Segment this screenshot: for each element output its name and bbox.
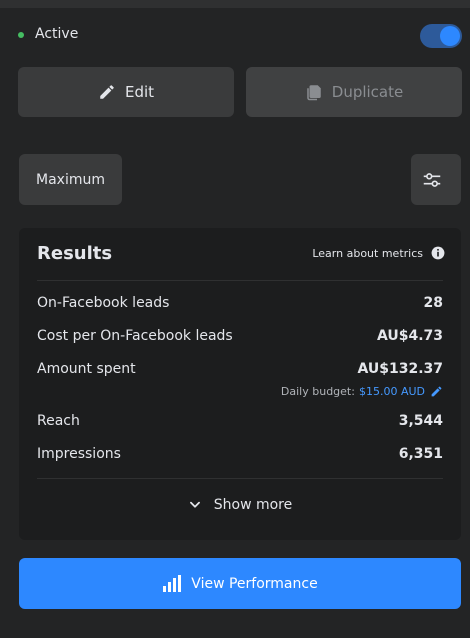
budget-label: Daily budget: [280,385,355,398]
metric-value: 6,351 [398,446,443,462]
filter-settings-button[interactable] [411,154,461,205]
edit-label: Edit [124,83,155,101]
pencil-icon[interactable] [430,385,443,398]
info-icon [431,246,445,260]
show-more-label: Show more [213,497,293,513]
view-performance-button[interactable]: View Performance [19,558,461,609]
learn-about-metrics-link[interactable]: Learn about metrics [312,246,445,260]
copy-icon [307,85,321,101]
metric-row: Impressions 6,351 [37,446,443,466]
metric-row: Reach 3,544 [37,413,443,433]
metric-row: On-Facebook leads 28 [37,295,443,315]
metric-row: Amount spent AU$132.37 [37,361,443,381]
metric-row: Cost per On-Facebook leads AU$4.73 [37,328,443,348]
status-dot [18,32,24,38]
active-toggle[interactable] [420,24,462,48]
bar-chart-icon [163,574,182,592]
chevron-down-icon [189,501,200,508]
metric-label: Reach [37,413,80,429]
metric-value: AU$4.73 [376,328,443,344]
results-title: Results [37,243,113,264]
duplicate-label: Duplicate [331,83,404,101]
show-more-button[interactable]: Show more [19,493,461,517]
metric-label: Cost per On-Facebook leads [37,328,233,344]
daily-budget: Daily budget: $15.00 AUD [281,385,443,398]
toggle-knob [440,26,460,46]
edit-button[interactable]: Edit [18,67,234,117]
metric-value: 28 [423,295,443,311]
sliders-icon [423,172,440,187]
status-label: Active [35,26,79,42]
view-performance-label: View Performance [191,575,318,592]
metric-label: Amount spent [37,361,136,377]
bid-strategy-label: Maximum [36,171,105,188]
duplicate-button[interactable]: Duplicate [246,67,462,117]
pencil-icon [100,85,114,99]
status-row: Active [18,24,462,48]
results-card: Results Learn about metrics On-Facebook … [19,228,461,540]
results-divider [37,280,443,281]
metric-value: 3,544 [398,413,443,429]
results-divider [37,478,443,479]
metric-value: AU$132.37 [357,361,443,377]
top-divider [0,0,470,8]
learn-label: Learn about metrics [312,246,423,260]
budget-value[interactable]: $15.00 AUD [359,385,425,398]
bid-strategy-button[interactable]: Maximum [19,154,122,205]
metric-label: On-Facebook leads [37,295,170,311]
metric-label: Impressions [37,446,121,462]
